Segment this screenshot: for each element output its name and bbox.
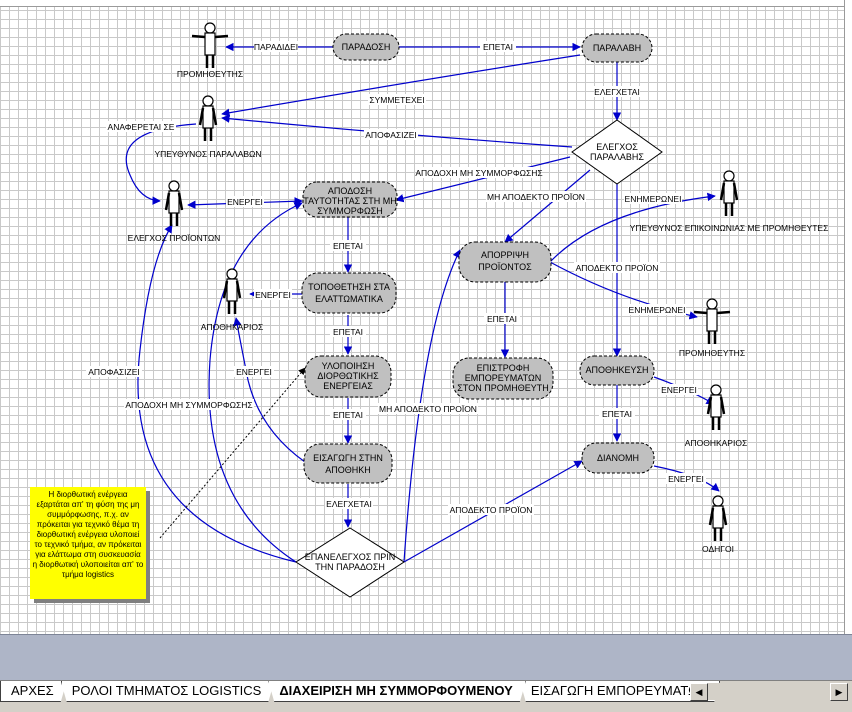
process-aporripsi[interactable]: ΑΠΟΡΡΙΨΗ ΠΡΟΪΟΝΤΟΣ [458, 241, 552, 283]
label-apofasizei-top: ΑΠΟΦΑΣΙΖΕΙ [365, 130, 416, 140]
process-epistrofi-line1: ΕΠΙΣΤΡΟΦΗ [477, 363, 530, 373]
actor-ypeuthinos-paralavon-label: ΥΠΕΥΘΥΝΟΣ ΠΑΡΑΛΑΒΩΝ [154, 149, 261, 159]
person-icon [190, 21, 230, 70]
edge-apofasizei-left [137, 224, 297, 563]
actor-promitheftis-top-label: ΠΡΟΜΗΘΕΥΤΗΣ [177, 69, 243, 79]
label-elegxetai-bottom: ΕΛΕΓΧΕΤΑΙ [326, 499, 372, 509]
label-apodekto-proion-right: ΑΠΟΔΕΚΤΟ ΠΡΟΪΟΝ [576, 263, 659, 273]
process-paralavi-label: ΠΑΡΑΛΑΒΗ [593, 43, 641, 53]
person-icon [164, 179, 184, 228]
edge-energei-left [233, 317, 306, 463]
label-mi-apodekto-bottom: ΜΗ ΑΠΟΔΕΚΤΟ ΠΡΟΪΟΝ [379, 404, 477, 414]
actor-apothikarios-left: ΑΠΟΘΗΚΑΡΙΟΣ [201, 267, 263, 332]
edge-apodoxi-left [208, 202, 303, 563]
actor-promitheftis-top: ΠΡΟΜΗΘΕΥΤΗΣ [177, 21, 243, 79]
label-mi-apodekto-top: ΜΗ ΑΠΟΔΕΚΤΟ ΠΡΟΪΟΝ [487, 192, 585, 202]
process-aporripsi-line2: ΠΡΟΪΟΝΤΟΣ [478, 262, 532, 272]
process-epistrofi[interactable]: ΕΠΙΣΤΡΟΦΗ ΕΜΠΟΡΕΥΜΑΤΩΝ ΣΤΟΝ ΠΡΟΜΗΘΕΥΤΗ [452, 357, 554, 400]
edge-symmetexei [221, 54, 581, 117]
label-epetai-3: ΕΠΕΤΑΙ [333, 410, 363, 420]
actor-elegxos-proionton-label: ΕΛΕΓΧΟΣ ΠΡΟΪΟΝΤΩΝ [128, 233, 221, 243]
decision-epanelegxos-line2: ΤΗΝ ΠΑΡΑΔΟΣΗ [315, 562, 385, 572]
decision-epanelegxos-line1: ΕΠΑΝΕΛΕΓΧΟΣ ΠΡΙΝ [305, 552, 396, 562]
process-dianomi-label: ΔΙΑΝΟΜΗ [597, 453, 639, 463]
label-epetai-1: ΕΠΕΤΑΙ [333, 241, 363, 251]
actor-apothikarios-left-label: ΑΠΟΘΗΚΑΡΙΟΣ [201, 322, 263, 332]
process-ylopoiisi[interactable]: ΥΛΟΠΟΙΗΣΗ ΔΙΟΡΘΩΤΙΚΗΣ ΕΝΕΡΓΕΙΑΣ [304, 355, 392, 398]
label-elegxetai-top: ΕΛΕΓΧΕΤΑΙ [594, 87, 640, 97]
process-eisagogi-line2: ΑΠΟΘΗΚΗ [325, 465, 371, 475]
decision-elegxos-line1: ΕΛΕΓΧΟΣ [596, 142, 638, 152]
process-ylopoiisi-line2: ΔΙΟΡΘΩΤΙΚΗΣ [317, 371, 379, 381]
person-icon [706, 383, 726, 432]
actor-promitheftis-right-label: ΠΡΟΜΗΘΕΥΤΗΣ [679, 348, 745, 358]
actor-elegxos-proionton: ΕΛΕΓΧΟΣ ΠΡΟΪΟΝΤΩΝ [128, 179, 221, 243]
label-apofasizei-left: ΑΠΟΦΑΣΙΖΕΙ [88, 367, 139, 377]
process-eisagogi[interactable]: ΕΙΣΑΓΩΓΗ ΣΤΗΝ ΑΠΟΘΗΚΗ [303, 443, 393, 484]
tab-arxes[interactable]: ΑΡΧΕΣ [0, 681, 67, 702]
process-topothetisi-line2: ΕΛΑΤΤΩΜΑΤΙΚΑ [315, 294, 383, 304]
edge-mi-apodekto-top [504, 169, 591, 243]
horizontal-scrollbar[interactable]: ◀ ▶ [690, 683, 850, 701]
process-paradosi-label: ΠΑΡΑΔΟΣΗ [342, 42, 391, 52]
process-topothetisi[interactable]: ΤΟΠΟΘΕΤΗΣΗ ΣΤΑ ΕΛΑΤΤΩΜΑΤΙΚΑ [301, 272, 397, 314]
process-topothetisi-line1: ΤΟΠΟΘΕΤΗΣΗ ΣΤΑ [308, 282, 390, 292]
note-callout-line [159, 367, 306, 539]
label-anaferetai-se: ΑΝΑΦΕΡΕΤΑΙ ΣΕ [108, 122, 175, 132]
label-energei-left: ΕΝΕΡΓΕΙ [236, 367, 272, 377]
sheet-tab-bar: ΑΡΧΕΣ ΡΟΛΟΙ ΤΜΗΜΑΤΟΣ LOGISTICS ΔΙΑΧΕΙΡΙΣ… [0, 680, 852, 712]
actor-odigoi: ΟΔΗΓΟΙ [702, 494, 734, 554]
label-enimeronei-right: ΕΝΗΜΕΡΩΝΕΙ [629, 305, 686, 315]
label-apodoxi-left: ΑΠΟΔΟΧΗ ΜΗ ΣΥΜΜΟΡΦΩΣΗΣ [125, 400, 252, 410]
scroll-left-arrow-icon[interactable]: ◀ [690, 683, 708, 701]
process-apodosi-line1: ΑΠΟΔΟΣΗ [328, 186, 372, 196]
process-eisagogi-line1: ΕΙΣΑΓΩΓΗ ΣΤΗΝ [313, 453, 383, 463]
process-apodosi-taftotitas[interactable]: ΑΠΟΔΟΣΗ ΤΑΥΤΟΤΗΤΑΣ ΣΤΗ ΜΗ ΣΥΜΜΟΡΦΩΣΗ [302, 181, 398, 218]
process-paralavi[interactable]: ΠΑΡΑΛΑΒΗ [581, 33, 653, 63]
tab-roloi-tmimatos-logistics[interactable]: ΡΟΛΟΙ ΤΜΗΜΑΤΟΣ LOGISTICS [61, 681, 275, 702]
label-energei-elegxos: ΕΝΕΡΓΕΙ [227, 197, 263, 207]
label-epetai-top: ΕΠΕΤΑΙ [483, 42, 513, 52]
decision-epanelegxos[interactable]: ΕΠΑΝΕΛΕΓΧΟΣ ΠΡΙΝ ΤΗΝ ΠΑΡΑΔΟΣΗ [295, 527, 405, 598]
person-icon [222, 267, 242, 316]
label-apodoxi-top: ΑΠΟΔΟΧΗ ΜΗ ΣΥΜΜΟΡΦΩΣΗΣ [415, 168, 542, 178]
person-icon [198, 94, 218, 143]
label-energei-dianomi: ΕΝΕΡΓΕΙ [668, 474, 704, 484]
sheet-bottom-area [0, 634, 852, 681]
process-apothikeusi[interactable]: ΑΠΟΘΗΚΕΥΣΗ [579, 355, 655, 386]
label-epetai-2: ΕΠΕΤΑΙ [333, 327, 363, 337]
actor-odigoi-label: ΟΔΗΓΟΙ [702, 544, 734, 554]
process-dianomi[interactable]: ΔΙΑΝΟΜΗ [581, 442, 655, 474]
actor-ypeuthinos-epikoinonias-label: ΥΠΕΥΘΥΝΟΣ ΕΠΙΚΟΙΝΩΝΙΑΣ ΜΕ ΠΡΟΜΗΘΕΥΤΕΣ [630, 223, 829, 233]
person-icon [719, 169, 739, 218]
corrective-action-note[interactable]: Η διορθωτική ενέργεια εξαρτάται απ' τη φ… [30, 487, 146, 599]
label-enimeronei-top: ΕΝΗΜΕΡΩΝΕΙ [625, 194, 682, 204]
process-ylopoiisi-line1: ΥΛΟΠΟΙΗΣΗ [322, 361, 375, 371]
decision-elegxos-line2: ΠΑΡΑΛΑΒΗΣ [590, 152, 644, 162]
actor-promitheftis-right: ΠΡΟΜΗΘΕΥΤΗΣ [679, 297, 745, 358]
tab-diaxeirisi-mi-symmorfoumenou[interactable]: ΔΙΑΧΕΙΡΙΣΗ ΜΗ ΣΥΜΜΟΡΦΟΥΜΕΝΟΥ [268, 681, 526, 702]
edge-anaferetai-se [125, 123, 197, 205]
process-epistrofi-line2: ΕΜΠΟΡΕΥΜΑΤΩΝ [465, 373, 541, 383]
label-paradidei: ΠΑΡΑΔΙΔΕΙ [254, 42, 298, 52]
process-apothikeusi-label: ΑΠΟΘΗΚΕΥΣΗ [585, 365, 648, 375]
process-aporripsi-line1: ΑΠΟΡΡΙΨΗ [481, 250, 529, 260]
scroll-right-arrow-icon[interactable]: ▶ [830, 683, 848, 701]
sheet-tabs: ΑΡΧΕΣ ΡΟΛΟΙ ΤΜΗΜΑΤΟΣ LOGISTICS ΔΙΑΧΕΙΡΙΣ… [0, 681, 720, 703]
person-icon [708, 494, 728, 543]
process-apodosi-line3: ΣΥΜΜΟΡΦΩΣΗ [317, 206, 383, 216]
process-epistrofi-line3: ΣΤΟΝ ΠΡΟΜΗΘΕΥΤΗ [457, 383, 548, 393]
label-energei-apothikarios: ΕΝΕΡΓΕΙ [255, 290, 291, 300]
person-icon [692, 297, 732, 346]
process-apodosi-line2: ΤΑΥΤΟΤΗΤΑΣ ΣΤΗ ΜΗ [303, 196, 396, 206]
label-apodekto-proion-bottom: ΑΠΟΔΕΚΤΟ ΠΡΟΪΟΝ [450, 505, 533, 515]
label-epetai-aporripsi: ΕΠΕΤΑΙ [487, 314, 517, 324]
label-energei-apothikeusi: ΕΝΕΡΓΕΙ [661, 385, 697, 395]
process-ylopoiisi-line3: ΕΝΕΡΓΕΙΑΣ [323, 381, 373, 391]
label-symmetexei: ΣΥΜΜΕΤΕΧΕΙ [369, 95, 424, 105]
actor-apothikarios-right-label: ΑΠΟΘΗΚΑΡΙΟΣ [685, 438, 747, 448]
label-epetai-apothikeusi: ΕΠΕΤΑΙ [602, 409, 632, 419]
process-paradosi[interactable]: ΠΑΡΑΔΟΣΗ [332, 33, 400, 61]
